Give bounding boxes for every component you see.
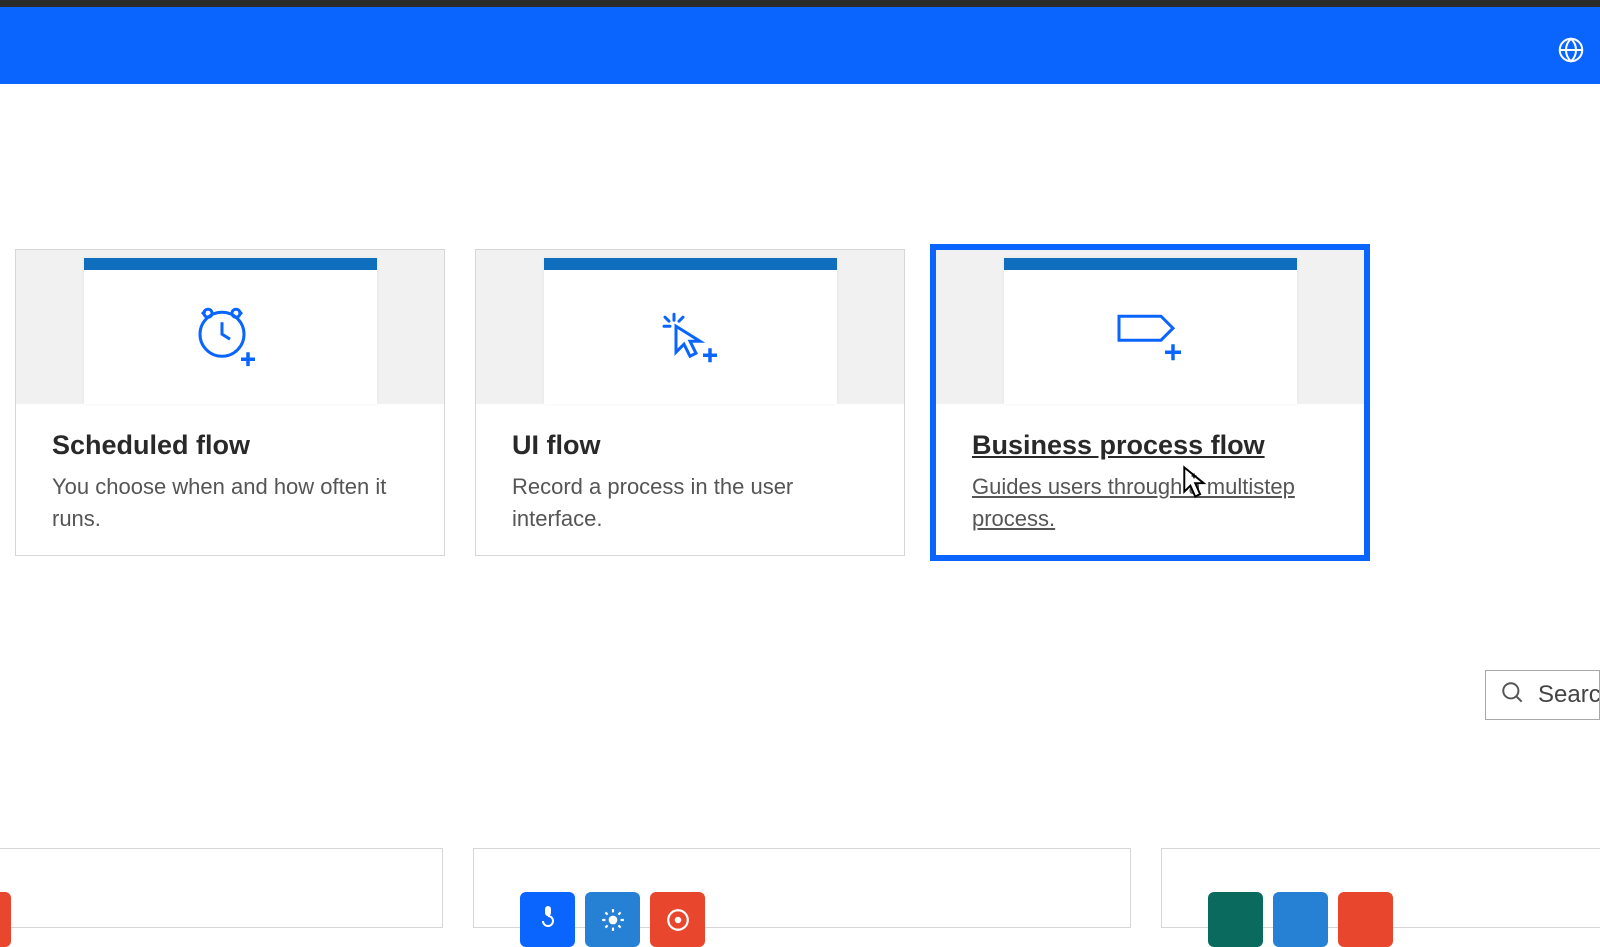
template-card[interactable] [0,848,443,928]
template-card[interactable] [1161,848,1600,928]
connector-tile-icon [1273,892,1328,947]
stage-plus-icon [1109,304,1191,371]
globe-icon[interactable] [1556,35,1586,65]
template-card[interactable] [473,848,1131,928]
search-icon [1500,680,1526,711]
card-scheduled-flow[interactable]: Scheduled flow You choose when and how o… [15,249,445,556]
card-description: Record a process in the user interface. [512,471,868,535]
connector-tile-icon [585,892,640,947]
connector-tile-icon [520,892,575,947]
clock-plus-icon [194,304,266,371]
connector-tile-icon [1208,892,1263,947]
connector-tile-icon [0,892,11,947]
card-hero [16,250,444,404]
card-description: You choose when and how often it runs. [52,471,408,535]
card-business-process-flow[interactable]: Business process flow Guides users throu… [935,249,1365,556]
card-hero [936,250,1364,404]
cursor-click-plus-icon [654,304,726,371]
card-ui-flow[interactable]: UI flow Record a process in the user int… [475,249,905,556]
card-hero [476,250,904,404]
card-title: Scheduled flow [52,430,408,461]
app-header [0,7,1600,84]
flow-type-cards: Scheduled flow You choose when and how o… [15,249,1365,556]
search-placeholder: Searc [1538,681,1599,709]
card-title: UI flow [512,430,868,461]
connector-tile-icon [650,892,705,947]
card-description: Guides users through a multistep process… [972,471,1328,535]
search-input[interactable]: Searc [1485,670,1600,720]
window-top-edge [0,0,1600,7]
template-cards-row [0,848,1600,928]
connector-tile-icon [1338,892,1393,947]
card-title: Business process flow [972,430,1328,461]
